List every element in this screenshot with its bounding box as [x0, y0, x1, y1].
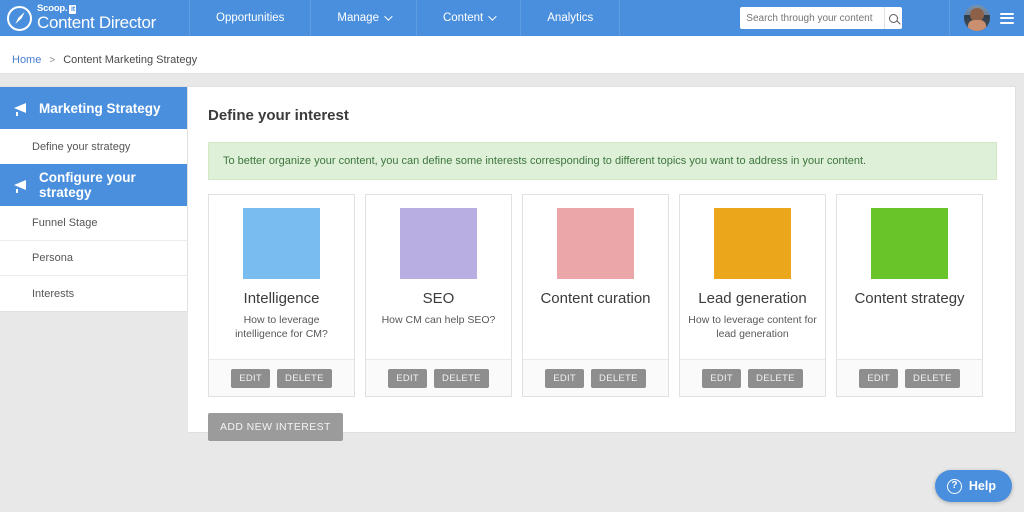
brand-logo[interactable]: Scoop. it Content Director	[0, 0, 190, 36]
page-title: Define your interest	[208, 107, 349, 124]
interest-color-swatch	[714, 208, 791, 279]
edit-button[interactable]: EDIT	[859, 368, 899, 388]
interest-card[interactable]: SEO How CM can help SEO? EDIT DELETE	[365, 194, 512, 397]
interest-description: How CM can help SEO?	[381, 314, 496, 327]
sidebar-item-interests[interactable]: Interests	[0, 276, 187, 311]
breadcrumb-spacer	[0, 36, 1024, 47]
edit-button[interactable]: EDIT	[388, 368, 428, 388]
megaphone-icon	[14, 102, 29, 116]
sidebar-item-label: Persona	[32, 252, 73, 264]
sidebar-section-configure-your-strategy[interactable]: Configure your strategy	[0, 164, 187, 206]
interest-description: How to leverage intelligence for CM?	[235, 314, 328, 341]
sidebar-section-marketing-strategy[interactable]: Marketing Strategy	[0, 87, 187, 129]
edit-button[interactable]: EDIT	[231, 368, 271, 388]
sidebar-section-label: Configure your strategy	[39, 170, 136, 200]
brand-product-name: Content Director	[37, 12, 156, 32]
search-input[interactable]	[740, 7, 885, 29]
search-box[interactable]	[740, 7, 903, 29]
nav-item-manage[interactable]: Manage	[311, 0, 417, 36]
help-button[interactable]: ? Help	[934, 470, 1012, 502]
help-label: Help	[968, 479, 996, 493]
avatar[interactable]	[964, 5, 990, 31]
interest-color-swatch	[557, 208, 634, 279]
nav-label: Content	[442, 12, 484, 24]
nav-label: Manage	[337, 12, 379, 24]
interest-card[interactable]: Intelligence How to leverage intelligenc…	[208, 194, 355, 397]
interest-color-swatch	[400, 208, 477, 279]
main-nav: Opportunities Manage Content Analytics	[190, 0, 621, 36]
interest-color-swatch	[871, 208, 948, 279]
user-tools	[949, 0, 1024, 36]
interest-card[interactable]: Content curation EDIT DELETE	[522, 194, 669, 397]
question-circle-icon: ?	[946, 478, 962, 494]
sidebar-item-label: Funnel Stage	[32, 217, 98, 229]
interest-color-swatch	[243, 208, 320, 279]
page-body: Marketing Strategy Define your strategy …	[0, 74, 1024, 512]
chevron-down-icon	[384, 12, 393, 21]
delete-button[interactable]: DELETE	[434, 368, 489, 388]
interest-title: Content curation	[540, 290, 651, 307]
nav-item-opportunities[interactable]: Opportunities	[190, 0, 312, 36]
sidebar-section-label: Marketing Strategy	[39, 100, 161, 116]
edit-button[interactable]: EDIT	[702, 368, 742, 388]
edit-button[interactable]: EDIT	[545, 368, 585, 388]
nav-label: Analytics	[547, 12, 594, 24]
sidebar-item-persona[interactable]: Persona	[0, 241, 187, 276]
nav-label: Opportunities	[216, 12, 285, 24]
content-panel: Define your interest To better organize …	[188, 86, 1016, 441]
compass-icon	[7, 5, 32, 31]
chevron-down-icon	[488, 12, 497, 21]
sidebar: Marketing Strategy Define your strategy …	[0, 86, 188, 312]
breadcrumb-home-link[interactable]: Home	[12, 54, 41, 66]
delete-button[interactable]: DELETE	[277, 368, 332, 388]
breadcrumb: Home > Content Marketing Strategy	[0, 47, 1024, 74]
interest-card[interactable]: Content strategy EDIT DELETE	[836, 194, 983, 397]
search-submit-button[interactable]	[884, 7, 902, 29]
interest-card-list: Intelligence How to leverage intelligenc…	[188, 180, 1015, 397]
delete-button[interactable]: DELETE	[748, 368, 803, 388]
add-new-interest-button[interactable]: ADD NEW INTEREST	[208, 413, 343, 441]
interest-title: SEO	[422, 290, 455, 307]
megaphone-icon	[14, 179, 29, 193]
sidebar-item-label: Define your strategy	[32, 140, 131, 153]
breadcrumb-current: Content Marketing Strategy	[63, 54, 198, 66]
nav-item-content[interactable]: Content	[417, 0, 522, 36]
sidebar-item-define-your-strategy[interactable]: Define your strategy	[0, 129, 187, 164]
sidebar-item-funnel-stage[interactable]: Funnel Stage	[0, 206, 187, 241]
hamburger-menu-icon[interactable]	[1000, 10, 1014, 26]
search-area	[740, 0, 903, 36]
delete-button[interactable]: DELETE	[591, 368, 646, 388]
info-banner: To better organize your content, you can…	[208, 142, 997, 180]
interest-card[interactable]: Lead generation How to leverage content …	[679, 194, 826, 397]
sidebar-item-label: Interests	[32, 287, 75, 300]
nav-item-analytics[interactable]: Analytics	[521, 0, 621, 36]
interest-title: Lead generation	[698, 290, 807, 307]
search-icon	[889, 13, 899, 23]
interest-description: How to leverage content for lead generat…	[688, 314, 817, 341]
breadcrumb-separator: >	[49, 54, 56, 66]
top-navigation-bar: Scoop. it Content Director Opportunities…	[0, 0, 1024, 36]
delete-button[interactable]: DELETE	[905, 368, 960, 388]
interest-title: Intelligence	[243, 290, 320, 307]
interest-title: Content strategy	[854, 290, 965, 307]
